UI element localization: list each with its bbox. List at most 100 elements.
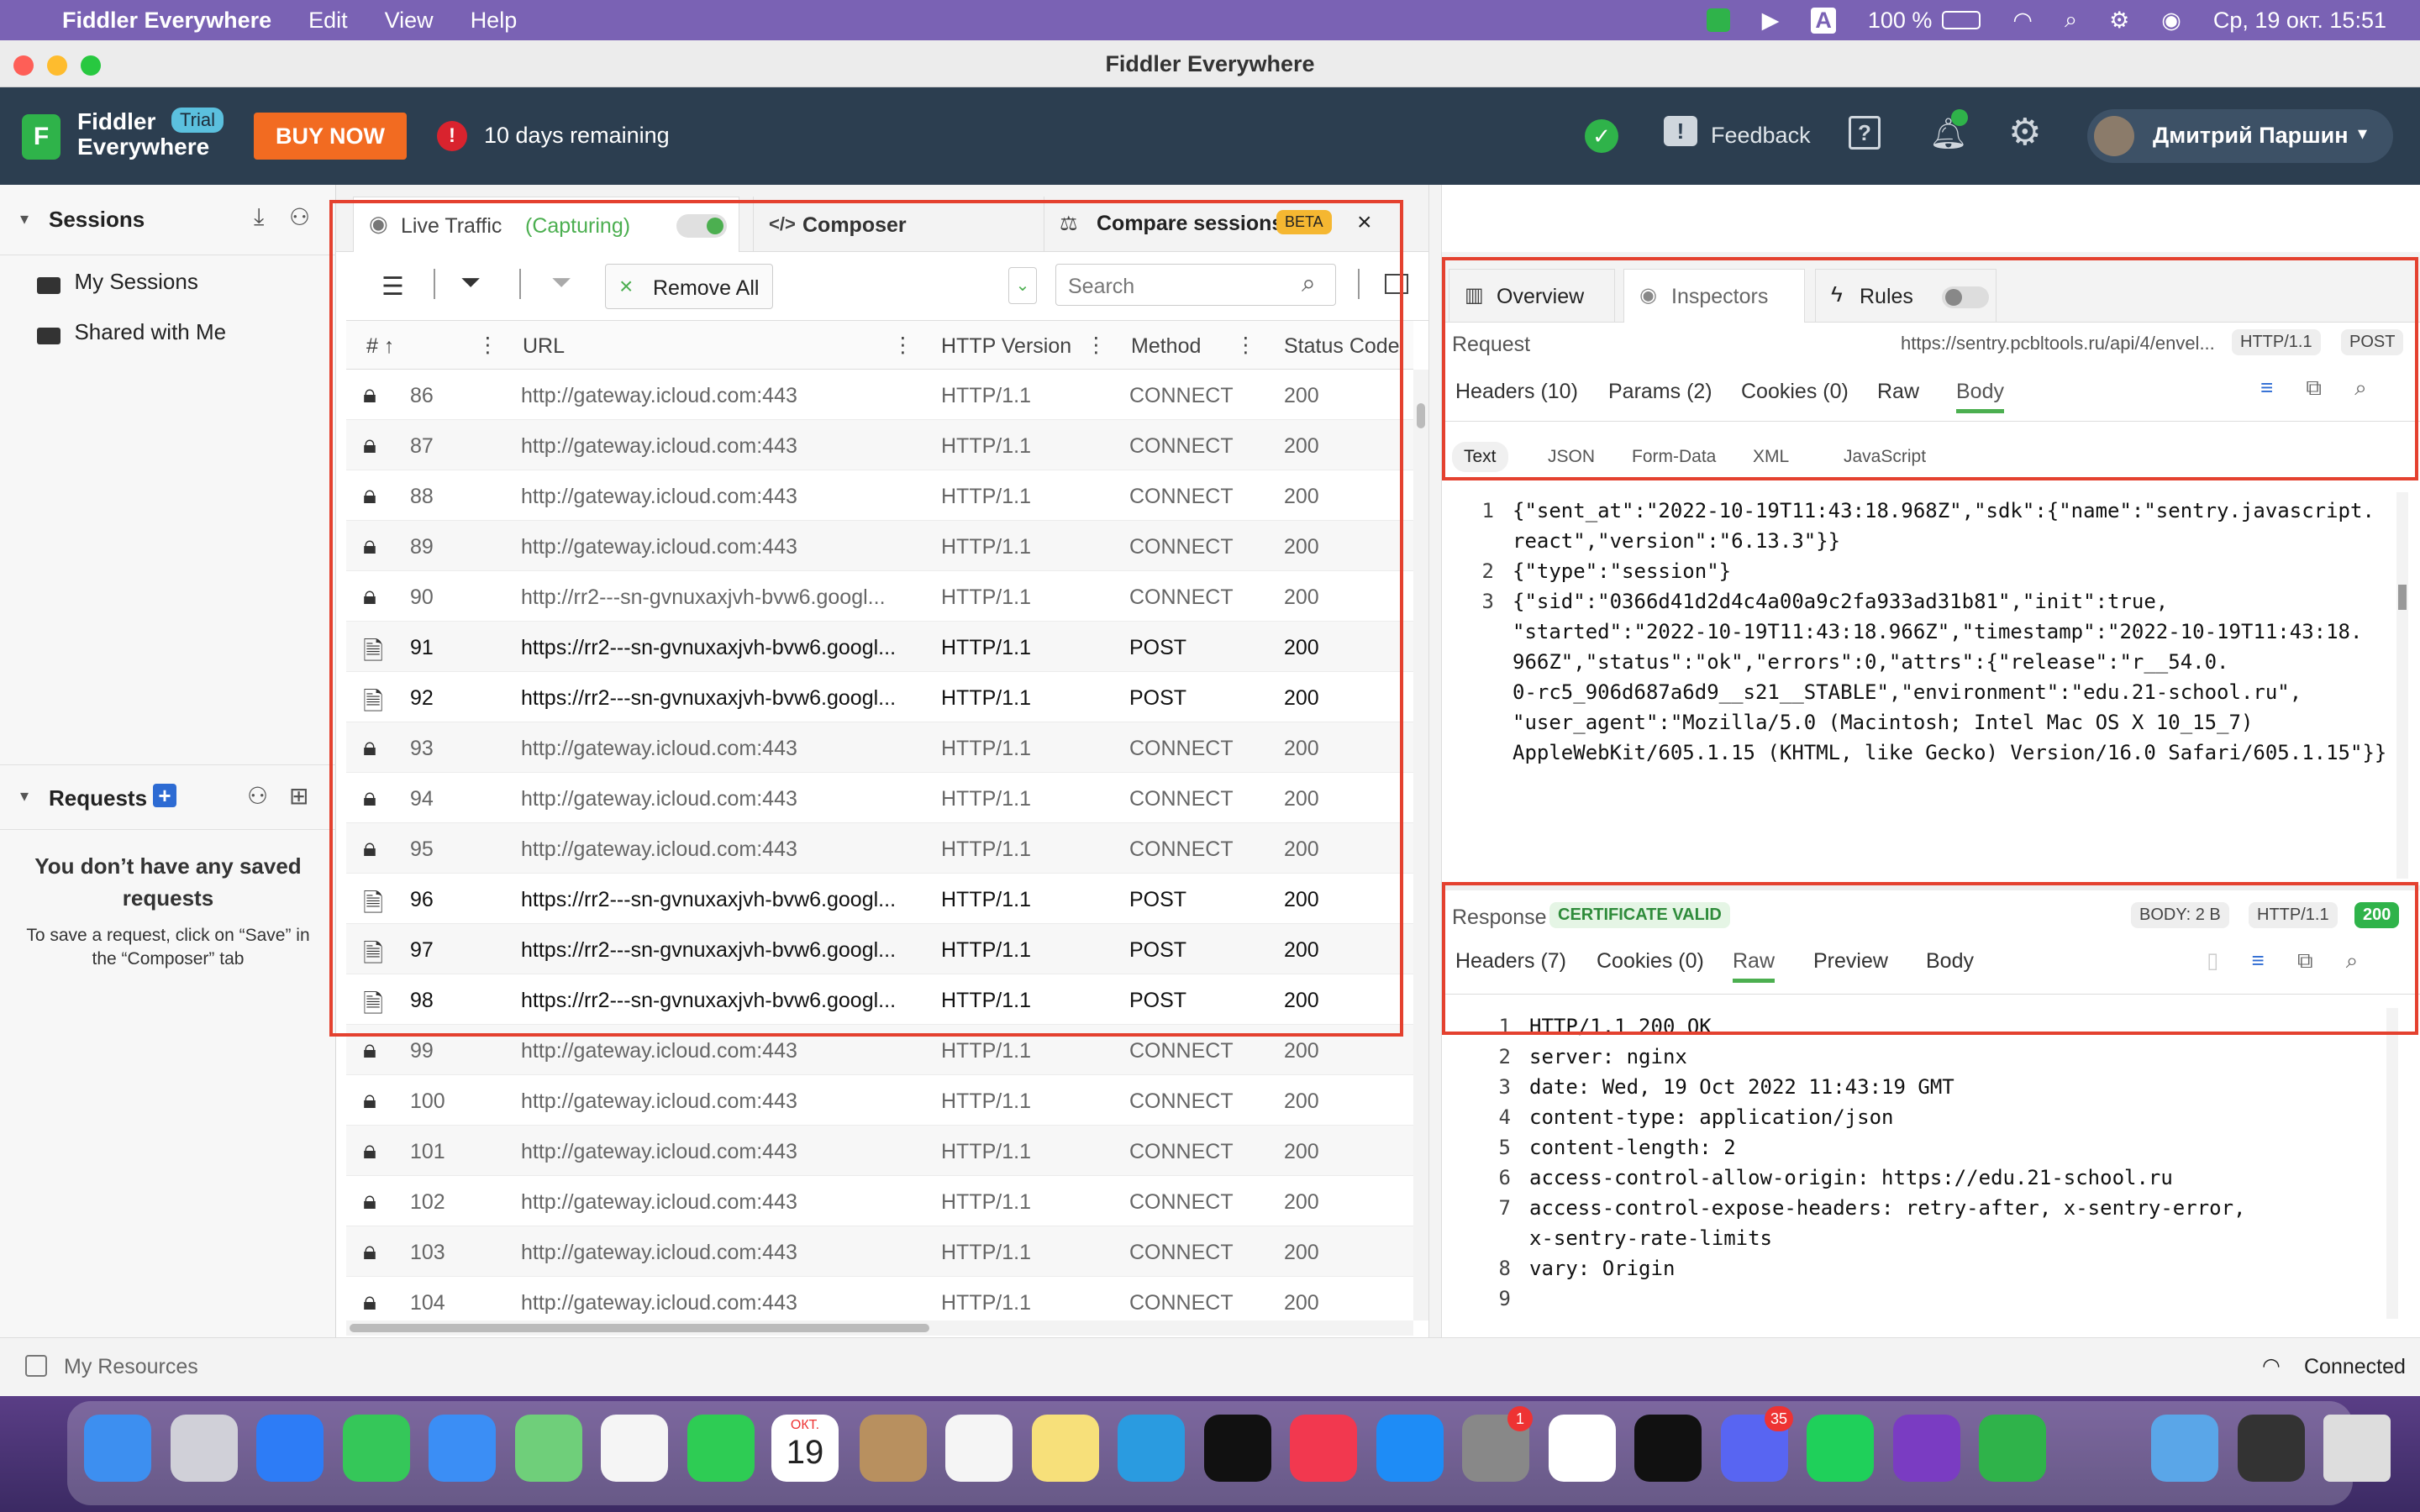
column-menu-icon[interactable]: ⋮ [1086, 333, 1107, 358]
response-tab[interactable]: Headers (7) [1455, 949, 1566, 974]
menu-icon[interactable]: ☰ [381, 272, 404, 302]
menubar-clock[interactable]: Ср, 19 окт. 15:51 [2213, 8, 2386, 34]
response-raw-editor[interactable]: 1 HTTP/1.1 200 OK 2 server: nginx 3 date: Wed… [1442, 1008, 2386, 1319]
column-header-id[interactable]: # ↑ [366, 334, 394, 359]
app-store-dock-icon[interactable] [1376, 1415, 1444, 1482]
maps-dock-icon[interactable] [514, 1415, 582, 1482]
layout-icon[interactable] [1385, 274, 1408, 294]
music-dock-icon[interactable] [1290, 1415, 1357, 1482]
table-row[interactable]: 🔒︎ 94 http://gateway.icloud.com:443 HTTP/1.… [346, 773, 1413, 823]
notes-dock-icon[interactable] [1031, 1415, 1099, 1482]
mail-dock-icon[interactable] [429, 1415, 496, 1482]
table-row[interactable]: 🔒︎ 95 http://gateway.icloud.com:443 HTTP/1.… [346, 823, 1413, 874]
notion-dock-icon[interactable] [1548, 1415, 1616, 1482]
table-row[interactable]: 🗎︎ 98 https://rr2---sn-gvnuxaxjvh-bvw6.goo… [346, 974, 1413, 1025]
table-row[interactable]: 🔒︎ 100 http://gateway.icloud.com:443 HTTP/1… [346, 1075, 1413, 1126]
filter-icon[interactable]: ⏷ [460, 269, 481, 297]
tab-compare-sessions[interactable]: ⚖ Compare sessions BETA × [1044, 197, 1397, 252]
add-request-icon[interactable]: + [153, 784, 176, 807]
sidebar-item-my-sessions[interactable]: My Sessions [37, 269, 198, 295]
facetime-dock-icon[interactable] [687, 1415, 755, 1482]
zoom-window-button[interactable] [81, 55, 101, 76]
safari-dock-icon[interactable] [256, 1415, 324, 1482]
contacts-dock-icon[interactable] [859, 1415, 927, 1482]
battery-icon[interactable] [1942, 11, 1981, 29]
tab-inspectors[interactable]: ◉ Inspectors [1623, 269, 1805, 323]
input-source-icon[interactable]: A [1811, 7, 1836, 34]
sessions-header[interactable]: ▾ Sessions ⤓ ⚇ [0, 185, 336, 255]
tab-rules[interactable]: ϟ Rules [1815, 269, 1996, 323]
tab-live-traffic[interactable]: ◉ Live Traffic (Capturing) [353, 197, 739, 252]
minimize-window-button[interactable] [47, 55, 67, 76]
copy-icon[interactable]: ⧉ [2306, 375, 2322, 400]
table-row[interactable]: 🔒︎ 88 http://gateway.icloud.com:443 HTTP/1.… [346, 470, 1413, 521]
share-requests-icon[interactable]: ⚇ [247, 782, 268, 810]
wifi-icon[interactable]: ◠ [2012, 8, 2033, 34]
telegram-dock-icon[interactable] [1118, 1415, 1185, 1482]
requests-header[interactable]: ▾ Requests + ⚇ ⊞ [0, 764, 336, 830]
tab-composer[interactable]: </> Composer [753, 197, 1030, 252]
table-row[interactable]: 🗎︎ 97 https://rr2---sn-gvnuxaxjvh-bvw6.goo… [346, 924, 1413, 974]
column-menu-icon[interactable]: ⋮ [892, 333, 913, 358]
panel-splitter[interactable] [1428, 185, 1442, 1337]
body-format-tab[interactable]: Text [1452, 442, 1508, 472]
user-menu[interactable]: Дмитрий Паршин ▾ [2087, 109, 2393, 163]
table-row[interactable]: 🔒︎ 102 http://gateway.icloud.com:443 HTTP/1… [346, 1176, 1413, 1226]
column-header-url[interactable]: URL [523, 334, 565, 359]
feedback-icon[interactable]: ! [1664, 116, 1697, 146]
settings-gear-icon[interactable]: ⚙ [2008, 111, 2041, 154]
spotlight-icon[interactable]: ⌕ [2065, 7, 2077, 34]
photos-dock-icon[interactable] [601, 1415, 668, 1482]
pycharm-dock-icon[interactable] [1807, 1415, 1874, 1482]
rules-toggle[interactable] [1942, 286, 1989, 308]
table-row[interactable]: 🗎︎ 92 https://rr2---sn-gvnuxaxjvh-bvw6.goo… [346, 672, 1413, 722]
response-tab[interactable]: Preview [1813, 949, 1888, 974]
request-editor-scrollbar[interactable] [2396, 492, 2408, 879]
request-tab[interactable]: Body [1956, 380, 2004, 413]
response-tab[interactable]: Raw [1733, 949, 1776, 983]
resources-icon[interactable] [25, 1355, 47, 1377]
horizontal-splitter[interactable] [1442, 885, 2420, 890]
tor-dock-icon[interactable] [1892, 1415, 1960, 1482]
request-tab[interactable]: Params (2) [1608, 380, 1712, 404]
word-wrap-icon[interactable]: ≡ [2252, 948, 2265, 973]
word-wrap-icon[interactable]: ≡ [2260, 375, 2273, 400]
capture-toggle[interactable] [676, 214, 727, 238]
screen-dock-icon[interactable] [2237, 1415, 2305, 1482]
feedback-button[interactable]: Feedback [1711, 123, 1811, 149]
menu-app-name[interactable]: Fiddler Everywhere [62, 8, 271, 34]
search-icon[interactable]: ⌕ [2346, 948, 2359, 973]
copy-icon[interactable]: ⧉ [2297, 948, 2313, 973]
search-input[interactable]: Search ⌕ [1055, 264, 1336, 306]
search-options-dropdown[interactable]: ⌄ [1008, 267, 1037, 304]
column-menu-icon[interactable]: ⋮ [477, 333, 498, 358]
calendar-dock-icon[interactable]: ОКТ. 19 [771, 1415, 839, 1482]
response-tab[interactable]: Body [1926, 949, 1974, 974]
menu-help[interactable]: Help [471, 8, 518, 34]
close-window-button[interactable] [13, 55, 34, 76]
stop-icon[interactable]: ▯ [2207, 948, 2218, 973]
my-resources-button[interactable]: My Resources [64, 1355, 198, 1379]
clear-filter-icon[interactable]: ⏷ [551, 269, 571, 297]
table-row[interactable]: 🔒︎ 89 http://gateway.icloud.com:443 HTTP/1.… [346, 521, 1413, 571]
table-row[interactable]: 🗎︎ 96 https://rr2---sn-gvnuxaxjvh-bvw6.goo… [346, 874, 1413, 924]
table-row[interactable]: 🔒︎ 93 http://gateway.icloud.com:443 HTTP/1.… [346, 722, 1413, 773]
table-row[interactable]: 🔒︎ 86 http://gateway.icloud.com:443 HTTP/1.… [346, 370, 1413, 420]
siri-icon[interactable]: ◉ [2161, 8, 2181, 34]
response-editor-scrollbar[interactable] [2386, 1008, 2398, 1319]
body-format-tab[interactable]: XML [1741, 442, 1801, 472]
tab-overview[interactable]: ▥ Overview [1449, 269, 1615, 323]
buy-now-button[interactable]: BUY NOW [254, 113, 407, 160]
grid-horizontal-scrollbar[interactable] [346, 1320, 1413, 1336]
column-header-method[interactable]: Method [1131, 334, 1201, 359]
search-icon[interactable]: ⌕ [2354, 375, 2367, 400]
remove-all-button[interactable]: × Remove All [605, 264, 773, 309]
table-row[interactable]: 🔒︎ 104 http://gateway.icloud.com:443 HTTP/1… [346, 1277, 1413, 1327]
fiddler-tray-icon[interactable] [1706, 8, 1730, 32]
menu-edit[interactable]: Edit [308, 8, 348, 34]
table-row[interactable]: 🗎︎ 91 https://rr2---sn-gvnuxaxjvh-bvw6.goo… [346, 622, 1413, 672]
request-tab[interactable]: Headers (10) [1455, 380, 1578, 404]
column-menu-icon[interactable]: ⋮ [1235, 333, 1256, 358]
body-format-tab[interactable]: JavaScript [1832, 442, 1938, 472]
column-header-http-version[interactable]: HTTP Version [941, 334, 1071, 359]
